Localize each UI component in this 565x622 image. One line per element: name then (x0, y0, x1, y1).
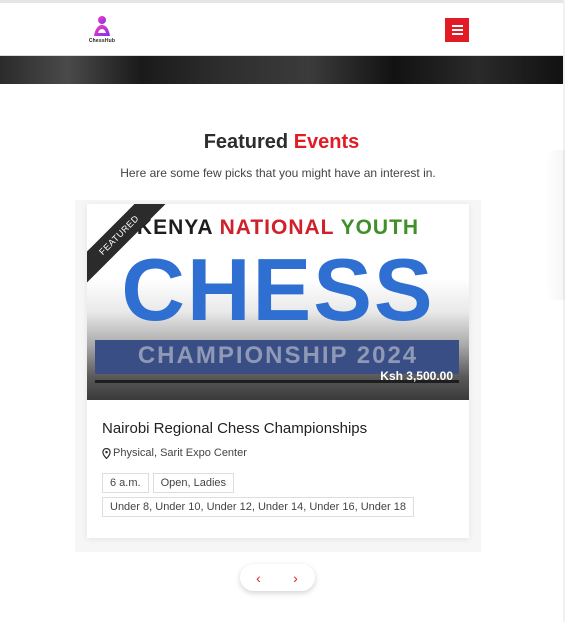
chevron-right-icon: › (293, 569, 298, 586)
image-word-youth: YOUTH (340, 216, 420, 239)
prev-button[interactable]: ‹ (240, 564, 277, 591)
menu-button[interactable] (445, 18, 469, 42)
event-location: Physical, Sarit Expo Center (102, 447, 247, 459)
event-card[interactable]: KENYA NATIONAL YOUTH CHESS CHAMPIONSHIP … (87, 204, 469, 538)
hamburger-icon-bar (451, 29, 463, 31)
tag-category: Open, Ladies (152, 473, 235, 493)
event-location-text: Physical, Sarit Expo Center (113, 447, 247, 459)
event-tags: 6 a.m. Open, Ladies Under 8, Under 10, U… (102, 473, 462, 521)
section-title-accent: Events (293, 131, 360, 153)
event-image-championship: CHAMPIONSHIP 2024 (137, 342, 419, 369)
event-image[interactable]: KENYA NATIONAL YOUTH CHESS CHAMPIONSHIP … (87, 204, 469, 400)
section-title: Featured Events (0, 131, 563, 154)
logo-text: ChessHub (88, 38, 116, 44)
image-word-national: NATIONAL (219, 216, 335, 239)
featured-badge: FEATURED (87, 204, 167, 284)
featured-ribbon: FEATURED (87, 204, 167, 284)
carousel-nav: ‹ › (240, 564, 315, 591)
chesshub-logo[interactable]: ChessHub (86, 15, 118, 47)
tag-age-groups: Under 8, Under 10, Under 12, Under 14, U… (102, 497, 414, 517)
logo-icon (94, 16, 110, 36)
tag-time: 6 a.m. (102, 473, 149, 493)
event-price: Ksh 3,500.00 (380, 369, 453, 383)
next-slide-peek (545, 150, 565, 300)
map-pin-icon (102, 447, 111, 459)
event-title[interactable]: Nairobi Regional Chess Championships (102, 420, 367, 437)
section-subtitle: Here are some few picks that you might h… (120, 166, 436, 180)
hamburger-icon-bar (451, 25, 463, 27)
next-button[interactable]: › (277, 564, 314, 591)
hero-banner-strip (0, 56, 563, 84)
section-title-main: Featured (203, 131, 289, 153)
chevron-left-icon: ‹ (256, 569, 261, 586)
hamburger-icon-bar (451, 33, 463, 35)
site-header: ChessHub (0, 3, 563, 56)
